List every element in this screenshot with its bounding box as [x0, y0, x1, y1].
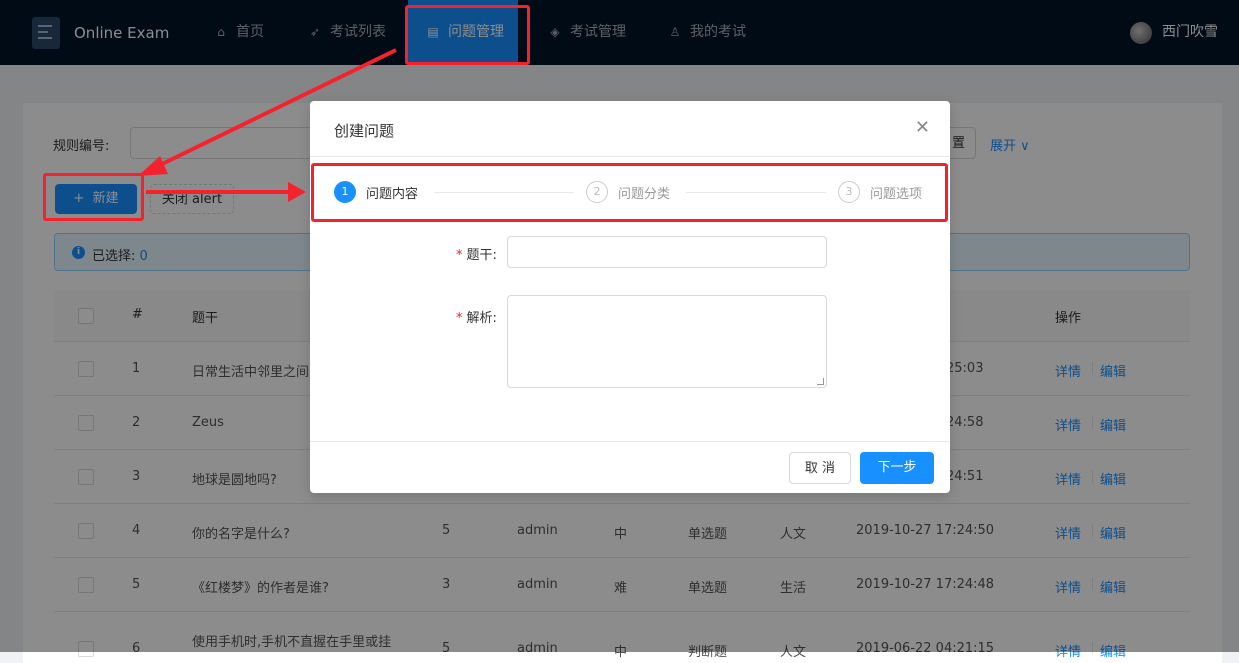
annotation-arrow-line [157, 48, 397, 168]
annotation-arrowhead [288, 182, 306, 202]
annotation-arrowhead [138, 156, 168, 176]
annotation-arrows [138, 48, 397, 202]
